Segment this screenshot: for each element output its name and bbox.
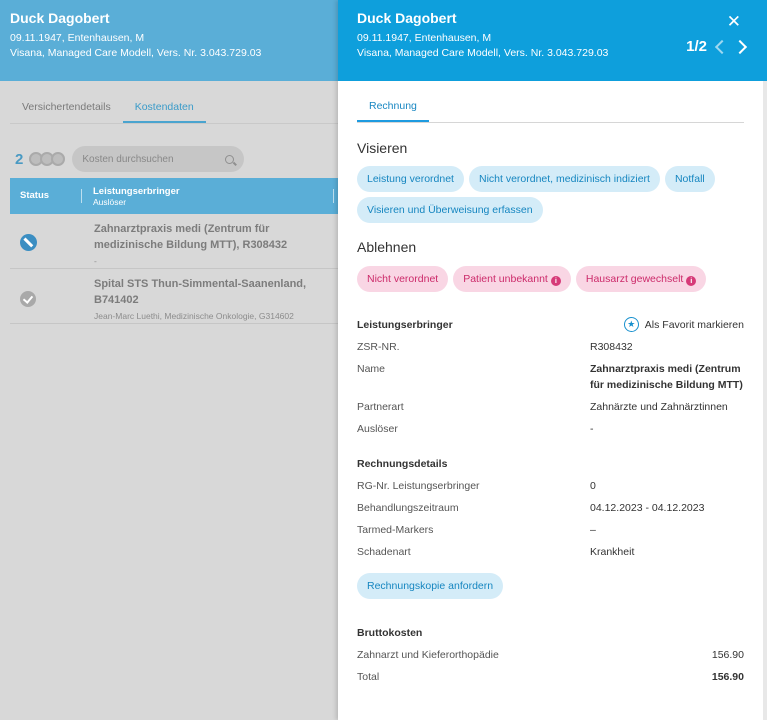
chip-label: Hausarzt gewechselt bbox=[585, 273, 684, 285]
drawer-patient-name: Duck Dagobert bbox=[357, 10, 457, 26]
checked-status-icon bbox=[20, 291, 36, 307]
favorite-button[interactable]: ★ Als Favorit markieren bbox=[623, 317, 744, 332]
table-row[interactable]: Zahnarztpraxis medi (Zentrum für medizin… bbox=[10, 214, 338, 269]
patient-header-background: Duck Dagobert 09.11.1947, Entenhausen, M… bbox=[0, 0, 338, 81]
tarmed-value: – bbox=[590, 524, 596, 536]
chip-visieren-ueberweisung[interactable]: Visieren und Überweisung erfassen bbox=[357, 197, 543, 223]
chevron-left-icon[interactable] bbox=[714, 39, 730, 54]
chip-notfall[interactable]: Notfall bbox=[664, 166, 715, 192]
patient-name: Duck Dagobert bbox=[10, 10, 110, 26]
provider-trigger: Auslöser - bbox=[357, 421, 744, 437]
chip-label: Patient unbekannt bbox=[463, 273, 548, 285]
name-value-line2: für medizinische Bildung MTT) bbox=[590, 379, 743, 391]
invoice-period: Behandlungszeitraum 04.12.2023 - 04.12.2… bbox=[357, 500, 744, 516]
gross-total-label: Total bbox=[357, 671, 380, 683]
name-label: Name bbox=[357, 363, 386, 375]
table-row[interactable]: Spital STS Thun-Simmental-Saanenland, B7… bbox=[10, 269, 338, 324]
search-icon[interactable] bbox=[225, 154, 235, 164]
period-label: Behandlungszeitraum bbox=[357, 502, 459, 514]
row-trigger: Jean-Marc Luethi, Medizinische Onkologie… bbox=[94, 311, 294, 321]
invoice-title: Rechnungsdetails bbox=[357, 458, 448, 470]
drawer-tabs: Rechnung bbox=[357, 81, 744, 123]
column-status[interactable]: Status bbox=[10, 189, 82, 203]
gross-item-value: 156.90 bbox=[711, 649, 744, 661]
gross-total-value: 156.90 bbox=[711, 671, 744, 683]
provider-zsr: ZSR-NR. R308432 bbox=[357, 339, 744, 355]
provider-name: Name Zahnarztpraxis medi (Zentrum für me… bbox=[357, 361, 744, 393]
chip-nicht-verordnet[interactable]: Nicht verordnet bbox=[357, 266, 449, 292]
scrollbar[interactable] bbox=[763, 81, 767, 720]
column-provider-sublabel: Auslöser bbox=[93, 196, 127, 207]
gross-item: Zahnarzt und Kieferorthopädie 156.90 bbox=[357, 647, 744, 663]
ablehnen-chips: Nicht verordnet Patient unbekannt i Hausa… bbox=[357, 266, 744, 297]
cost-table-header: Status Leistungserbringer Auslöser bbox=[10, 178, 338, 214]
damage-label: Schadenart bbox=[357, 546, 411, 558]
chip-leistung-verordnet[interactable]: Leistung verordnet bbox=[357, 166, 464, 192]
rg-label: RG-Nr. Leistungserbringer bbox=[357, 480, 480, 492]
patient-insurance: Visana, Managed Care Modell, Vers. Nr. 3… bbox=[10, 47, 262, 59]
visieren-chips: Leistung verordnet Nicht verordnet, medi… bbox=[357, 166, 744, 228]
provider-partner: Partnerart Zahnärzte und Zahnärztinnen bbox=[357, 399, 744, 415]
invoice-drawer: Duck Dagobert 09.11.1947, Entenhausen, M… bbox=[338, 0, 767, 720]
partner-label: Partnerart bbox=[357, 401, 404, 413]
column-provider[interactable]: Leistungserbringer Auslöser bbox=[82, 186, 180, 207]
row-provider: Zahnarztpraxis medi (Zentrum für medizin… bbox=[94, 223, 288, 251]
patient-info: 09.11.1947, Entenhausen, M bbox=[10, 32, 145, 44]
tab-kostendaten[interactable]: Kostendaten bbox=[122, 92, 206, 123]
tab-rechnung[interactable]: Rechnung bbox=[357, 81, 429, 122]
background-page: Duck Dagobert 09.11.1947, Entenhausen, M… bbox=[0, 0, 338, 720]
partner-value: Zahnärzte und Zahnärztinnen bbox=[590, 401, 728, 413]
zsr-value: R308432 bbox=[590, 341, 633, 353]
chip-label: Nicht verordnet bbox=[367, 273, 439, 285]
chip-nicht-verordnet-indiziert[interactable]: Nicht verordnet, medizinisch indiziert bbox=[468, 166, 660, 192]
close-icon[interactable]: ✕ bbox=[727, 13, 741, 30]
drawer-content: Rechnung Visieren Leistung verordnet Nic… bbox=[357, 81, 744, 685]
coins-icon bbox=[29, 152, 66, 166]
star-icon: ★ bbox=[623, 317, 639, 332]
row-trigger: - bbox=[94, 256, 97, 266]
invoice-actions: Rechnungskopie anfordern bbox=[357, 573, 744, 604]
row-provider: Spital STS Thun-Simmental-Saanenland, B7… bbox=[94, 278, 307, 306]
gross-item-label: Zahnarzt und Kieferorthopädie bbox=[357, 649, 499, 661]
zsr-label: ZSR-NR. bbox=[357, 341, 400, 353]
trigger-value: - bbox=[590, 423, 594, 435]
info-icon[interactable]: i bbox=[550, 276, 561, 286]
column-divider bbox=[333, 189, 334, 203]
request-invoice-copy-button[interactable]: Rechnungskopie anfordern bbox=[357, 573, 504, 599]
tab-versichertendetails[interactable]: Versichertendetails bbox=[10, 92, 123, 123]
name-value-line1: Zahnarztpraxis medi (Zentrum bbox=[590, 363, 741, 375]
trigger-label: Auslöser bbox=[357, 423, 398, 435]
search-placeholder: Kosten durchsuchen bbox=[82, 153, 174, 165]
cost-count: 2 bbox=[15, 150, 24, 168]
column-provider-label: Leistungserbringer bbox=[93, 185, 180, 197]
visieren-title: Visieren bbox=[357, 140, 408, 156]
chevron-right-icon[interactable] bbox=[732, 39, 748, 54]
provider-section-header: Leistungserbringer ★ Als Favorit markier… bbox=[357, 317, 744, 333]
damage-value: Krankheit bbox=[590, 546, 635, 558]
pager: 1/2 bbox=[686, 38, 748, 55]
invoice-rg: RG-Nr. Leistungserbringer 0 bbox=[357, 478, 744, 494]
invoice-damage: Schadenart Krankheit bbox=[357, 544, 744, 560]
favorite-label: Als Favorit markieren bbox=[644, 318, 744, 331]
patient-tabs: Versichertendetails Kostendaten bbox=[10, 92, 338, 124]
info-icon[interactable]: i bbox=[686, 276, 697, 286]
tarmed-label: Tarmed-Markers bbox=[357, 524, 434, 536]
cost-count-row: 2 Kosten durchsuchen bbox=[15, 146, 245, 172]
pager-count: 1/2 bbox=[686, 38, 707, 55]
chip-hausarzt-gewechselt[interactable]: Hausarzt gewechselt i bbox=[575, 266, 707, 292]
gross-total: Total 156.90 bbox=[357, 669, 744, 685]
chip-patient-unbekannt[interactable]: Patient unbekannt i bbox=[453, 266, 571, 292]
cost-search-input[interactable]: Kosten durchsuchen bbox=[72, 146, 245, 172]
drawer-header: Duck Dagobert 09.11.1947, Entenhausen, M… bbox=[338, 0, 767, 81]
rg-value: 0 bbox=[590, 480, 596, 492]
period-value: 04.12.2023 - 04.12.2023 bbox=[590, 502, 705, 514]
blocked-status-icon bbox=[20, 234, 37, 251]
invoice-tarmed: Tarmed-Markers – bbox=[357, 522, 744, 538]
name-value: Zahnarztpraxis medi (Zentrum für medizin… bbox=[590, 361, 743, 393]
gross-title: Bruttokosten bbox=[357, 627, 423, 639]
ablehnen-title: Ablehnen bbox=[357, 239, 417, 255]
